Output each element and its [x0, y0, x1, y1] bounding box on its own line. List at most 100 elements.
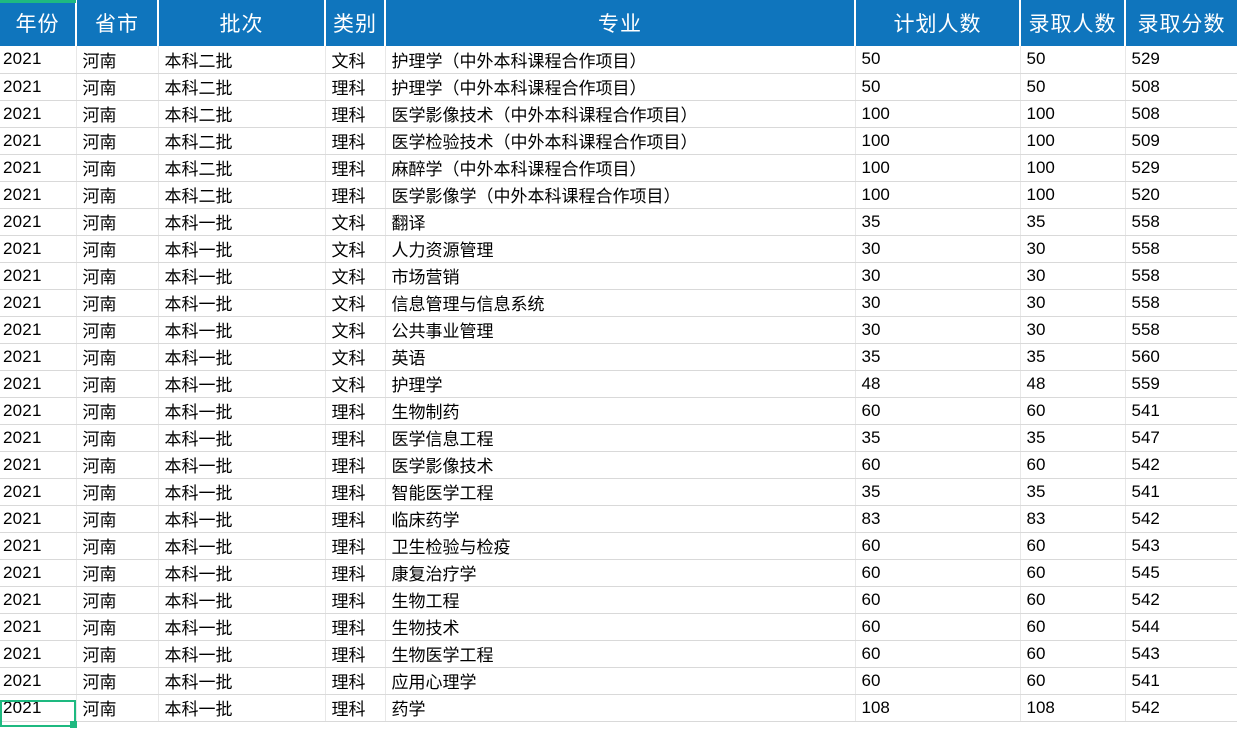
column-header-admission-score[interactable]: 录取分数 [1125, 0, 1237, 46]
cell-batch[interactable]: 本科一批 [158, 451, 326, 479]
cell-prov[interactable]: 河南 [76, 181, 159, 209]
cell-adm[interactable]: 48 [1020, 370, 1126, 398]
cell-cat[interactable]: 理科 [325, 532, 386, 560]
cell-batch[interactable]: 本科一批 [158, 532, 326, 560]
cell-plan[interactable]: 100 [855, 100, 1021, 128]
cell-plan[interactable]: 50 [855, 46, 1021, 74]
cell-year[interactable]: 2021 [0, 640, 77, 668]
cell-prov[interactable]: 河南 [76, 397, 159, 425]
cell-batch[interactable]: 本科一批 [158, 343, 326, 371]
cell-year[interactable]: 2021 [0, 208, 77, 236]
cell-score[interactable]: 542 [1125, 694, 1237, 722]
cell-plan[interactable]: 60 [855, 640, 1021, 668]
cell-adm[interactable]: 83 [1020, 505, 1126, 533]
table-row[interactable]: 2021 河南 本科一批 理科 康复治疗学 60 60 545 [0, 559, 1237, 587]
cell-cat[interactable]: 理科 [325, 667, 386, 695]
cell-major[interactable]: 医学影像技术（中外本科课程合作项目） [385, 100, 856, 128]
table-row[interactable]: 2021 河南 本科一批 理科 智能医学工程 35 35 541 [0, 478, 1237, 506]
cell-year[interactable]: 2021 [0, 613, 77, 641]
table-row[interactable]: 2021 河南 本科一批 理科 医学影像技术 60 60 542 [0, 451, 1237, 479]
cell-batch[interactable]: 本科一批 [158, 316, 326, 344]
cell-major[interactable]: 康复治疗学 [385, 559, 856, 587]
cell-cat[interactable]: 文科 [325, 343, 386, 371]
cell-batch[interactable]: 本科一批 [158, 262, 326, 290]
cell-batch[interactable]: 本科一批 [158, 289, 326, 317]
cell-adm[interactable]: 50 [1020, 73, 1126, 101]
cell-plan[interactable]: 35 [855, 478, 1021, 506]
cell-prov[interactable]: 河南 [76, 667, 159, 695]
cell-adm[interactable]: 50 [1020, 46, 1126, 74]
cell-adm[interactable]: 30 [1020, 235, 1126, 263]
cell-major[interactable]: 护理学 [385, 370, 856, 398]
cell-adm[interactable]: 100 [1020, 127, 1126, 155]
cell-major[interactable]: 卫生检验与检疫 [385, 532, 856, 560]
table-row[interactable]: 2021 河南 本科一批 文科 人力资源管理 30 30 558 [0, 235, 1237, 263]
table-row[interactable]: 2021 河南 本科一批 文科 市场营销 30 30 558 [0, 262, 1237, 290]
cell-cat[interactable]: 理科 [325, 181, 386, 209]
cell-major[interactable]: 生物制药 [385, 397, 856, 425]
cell-score[interactable]: 529 [1125, 46, 1237, 74]
cell-major[interactable]: 生物技术 [385, 613, 856, 641]
cell-batch[interactable]: 本科一批 [158, 667, 326, 695]
column-header-province[interactable]: 省市 [76, 0, 159, 46]
cell-adm[interactable]: 60 [1020, 640, 1126, 668]
cell-year[interactable]: 2021 [0, 370, 77, 398]
cell-major[interactable]: 临床药学 [385, 505, 856, 533]
cell-adm[interactable]: 60 [1020, 613, 1126, 641]
cell-score[interactable]: 558 [1125, 235, 1237, 263]
cell-batch[interactable]: 本科一批 [158, 235, 326, 263]
cell-cat[interactable]: 文科 [325, 46, 386, 74]
table-row[interactable]: 2021 河南 本科二批 理科 医学检验技术（中外本科课程合作项目） 100 100 509 [0, 127, 1237, 155]
cell-year[interactable]: 2021 [0, 289, 77, 317]
cell-score[interactable]: 560 [1125, 343, 1237, 371]
cell-score[interactable]: 544 [1125, 613, 1237, 641]
cell-plan[interactable]: 30 [855, 316, 1021, 344]
cell-year[interactable]: 2021 [0, 46, 77, 74]
cell-major[interactable]: 市场营销 [385, 262, 856, 290]
cell-year[interactable]: 2021 [0, 100, 77, 128]
cell-plan[interactable]: 60 [855, 451, 1021, 479]
cell-cat[interactable]: 文科 [325, 208, 386, 236]
cell-major[interactable]: 公共事业管理 [385, 316, 856, 344]
table-row[interactable]: 2021 河南 本科一批 理科 医学信息工程 35 35 547 [0, 424, 1237, 452]
cell-score[interactable]: 508 [1125, 100, 1237, 128]
cell-major[interactable]: 护理学（中外本科课程合作项目） [385, 46, 856, 74]
cell-year[interactable]: 2021 [0, 73, 77, 101]
cell-prov[interactable]: 河南 [76, 73, 159, 101]
cell-plan[interactable]: 60 [855, 667, 1021, 695]
cell-prov[interactable]: 河南 [76, 262, 159, 290]
cell-major[interactable]: 医学信息工程 [385, 424, 856, 452]
cell-score[interactable]: 558 [1125, 208, 1237, 236]
cell-adm[interactable]: 35 [1020, 343, 1126, 371]
cell-year[interactable]: 2021 [0, 262, 77, 290]
cell-adm[interactable]: 60 [1020, 532, 1126, 560]
cell-adm[interactable]: 30 [1020, 316, 1126, 344]
cell-batch[interactable]: 本科一批 [158, 505, 326, 533]
cell-cat[interactable]: 理科 [325, 451, 386, 479]
cell-cat[interactable]: 理科 [325, 100, 386, 128]
table-row[interactable]: 2021 河南 本科一批 理科 生物制药 60 60 541 [0, 397, 1237, 425]
cell-major[interactable]: 医学影像技术 [385, 451, 856, 479]
cell-year[interactable]: 2021 [0, 478, 77, 506]
cell-plan[interactable]: 35 [855, 343, 1021, 371]
cell-adm[interactable]: 60 [1020, 586, 1126, 614]
cell-batch[interactable]: 本科一批 [158, 586, 326, 614]
cell-plan[interactable]: 100 [855, 154, 1021, 182]
cell-major[interactable]: 医学检验技术（中外本科课程合作项目） [385, 127, 856, 155]
cell-adm[interactable]: 108 [1020, 694, 1126, 722]
cell-score[interactable]: 509 [1125, 127, 1237, 155]
cell-cat[interactable]: 理科 [325, 154, 386, 182]
cell-cat[interactable]: 理科 [325, 127, 386, 155]
cell-score[interactable]: 543 [1125, 640, 1237, 668]
cell-plan[interactable]: 60 [855, 397, 1021, 425]
cell-year[interactable]: 2021 [0, 181, 77, 209]
cell-prov[interactable]: 河南 [76, 100, 159, 128]
cell-plan[interactable]: 100 [855, 127, 1021, 155]
cell-plan[interactable]: 83 [855, 505, 1021, 533]
cell-year[interactable]: 2021 [0, 532, 77, 560]
cell-plan[interactable]: 60 [855, 586, 1021, 614]
cell-cat[interactable]: 理科 [325, 586, 386, 614]
cell-major[interactable]: 生物工程 [385, 586, 856, 614]
column-header-category[interactable]: 类别 [325, 0, 386, 46]
cell-adm[interactable]: 100 [1020, 154, 1126, 182]
